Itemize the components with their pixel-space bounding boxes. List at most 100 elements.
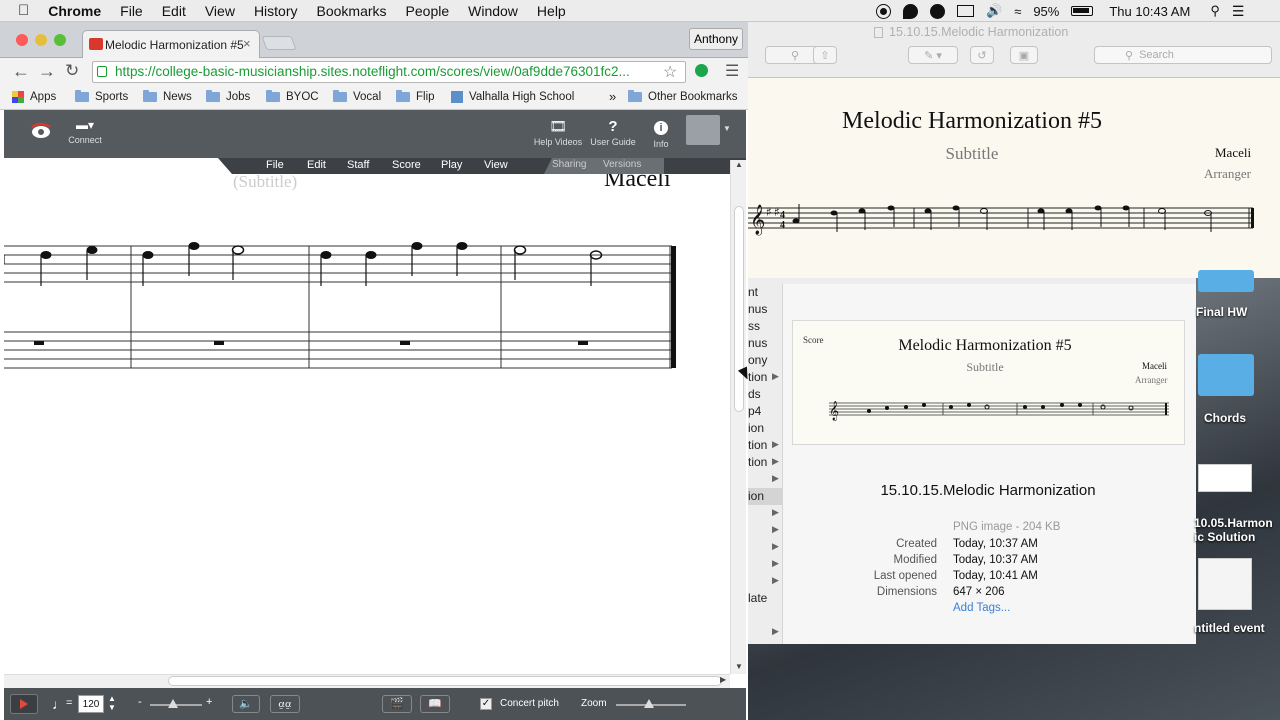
spotlight-icon[interactable]: ⚲ (1210, 3, 1220, 19)
record-icon[interactable] (876, 3, 891, 19)
vertical-scrollbar[interactable]: ▲ ▼ (730, 160, 746, 674)
bookmark-apps[interactable]: Apps (12, 91, 56, 103)
disclosure-arrow-icon[interactable]: ▶ (772, 504, 779, 521)
tempo-input[interactable]: 120 (78, 695, 104, 713)
avatar-dropdown-icon[interactable]: ▼ (723, 124, 731, 133)
desktop-label-final-hw[interactable]: Final HW (1196, 305, 1247, 319)
bookmark-valhalla[interactable]: Valhalla High School (451, 91, 577, 103)
clock[interactable]: Thu 10:43 AM (1109, 4, 1190, 19)
zoom-slider-thumb[interactable] (644, 699, 654, 708)
speaker-button[interactable]: 🔈 (232, 695, 260, 713)
bookmark-star-icon[interactable]: ☆ (663, 62, 677, 82)
finder-item[interactable]: ony (748, 352, 782, 369)
menu-window[interactable]: Window (468, 3, 518, 19)
desktop-label-harmonic[interactable]: 10.05.Harmon ic Solution (1194, 516, 1280, 544)
bookmark-jobs[interactable]: Jobs (206, 90, 250, 103)
user-guide-button[interactable]: ? User Guide (587, 118, 639, 147)
scroll-down-icon[interactable]: ▼ (735, 662, 743, 671)
tab-close-icon[interactable]: × (243, 36, 251, 51)
nf-menu-edit[interactable]: Edit (307, 159, 326, 171)
disclosure-arrow-icon[interactable]: ▶ (772, 368, 779, 385)
bookmark-news[interactable]: News (143, 90, 192, 103)
close-window-button[interactable] (16, 34, 28, 46)
nf-versions[interactable]: Versions (603, 159, 641, 170)
forward-icon[interactable]: → (38, 61, 56, 82)
desktop-icon-folder[interactable] (1198, 270, 1254, 292)
share-button[interactable]: ⇧ (813, 46, 837, 64)
bookmarks-overflow[interactable]: » (609, 89, 616, 104)
evernote-icon[interactable] (903, 3, 918, 19)
apple-icon[interactable]:  (18, 2, 29, 19)
volume-icon[interactable]: 🔊 (986, 3, 1002, 19)
avatar[interactable] (686, 115, 720, 145)
menu-edit[interactable]: Edit (162, 3, 186, 19)
disclosure-arrow-icon[interactable]: ▶ (772, 538, 779, 555)
battery-icon[interactable] (1071, 6, 1094, 16)
clapper-button[interactable]: 🎬 (382, 695, 412, 713)
bookmark-byoc[interactable]: BYOC (266, 90, 319, 103)
alien-icon[interactable] (930, 3, 945, 19)
airplay-icon[interactable] (957, 5, 974, 17)
toolbox-button[interactable]: ▣ (1010, 46, 1038, 64)
nf-menu-view[interactable]: View (484, 159, 508, 171)
chords-folder-icon[interactable] (1198, 354, 1254, 396)
menu-history[interactable]: History (254, 3, 298, 19)
nf-sharing[interactable]: Sharing (552, 159, 586, 170)
tab-active[interactable]: Melodic Harmonization #5 × (82, 30, 260, 58)
volume-plus[interactable]: + (206, 696, 212, 708)
noteflight-logo-icon[interactable] (30, 118, 52, 140)
nf-menu-score[interactable]: Score (392, 159, 421, 171)
bookmark-sports[interactable]: Sports (75, 90, 128, 103)
menu-view[interactable]: View (205, 3, 235, 19)
disclosure-arrow-icon[interactable]: ▶ (772, 623, 779, 640)
menu-people[interactable]: People (406, 3, 450, 19)
profile-button[interactable]: Anthony (689, 28, 743, 50)
minimize-window-button[interactable] (35, 34, 47, 46)
disclosure-arrow-icon[interactable]: ▶ (772, 521, 779, 538)
zoom-window-button[interactable] (54, 34, 66, 46)
extension-icon[interactable] (695, 64, 708, 77)
disclosure-arrow-icon[interactable]: ▶ (772, 572, 779, 589)
score-canvas[interactable]: (Subtitle) Maceli (4, 174, 728, 674)
nf-menu-staff[interactable]: Staff (347, 159, 369, 171)
volume-minus[interactable]: - (138, 696, 142, 708)
finder-item[interactable]: nus (748, 335, 782, 352)
new-tab-button[interactable] (261, 36, 297, 50)
file-thumbnail[interactable]: Score Melodic Harmonization #5 Subtitle … (792, 320, 1185, 445)
bookmark-other[interactable]: Other Bookmarks (628, 90, 737, 103)
finder-item[interactable]: nus (748, 301, 782, 318)
document-thumbnail-icon[interactable] (1198, 464, 1252, 492)
info-button[interactable]: i Info (644, 118, 678, 149)
tempo-stepper[interactable]: ▲ ▼ (108, 694, 116, 712)
preview-search-field[interactable]: ⚲ Search (1094, 46, 1272, 64)
menu-app-chrome[interactable]: Chrome (48, 3, 101, 19)
calendar-file-icon[interactable] (1198, 558, 1252, 610)
concert-pitch-checkbox[interactable]: ✓ (480, 698, 492, 710)
nf-menu-file[interactable]: File (266, 159, 284, 171)
mixer-button[interactable]: ⍶⍶ (270, 695, 300, 713)
rotate-button[interactable]: ↺ (970, 46, 994, 64)
notification-center-icon[interactable]: ☰ (1232, 3, 1245, 20)
scroll-up-icon[interactable]: ▲ (735, 160, 743, 169)
horizontal-scroll-thumb[interactable] (168, 676, 722, 686)
wifi-icon[interactable]: ≈ (1014, 4, 1021, 19)
zoom-in-icon[interactable]: ⚲ (791, 49, 799, 62)
disclosure-arrow-icon[interactable]: ▶ (772, 555, 779, 572)
play-button[interactable] (10, 694, 38, 714)
concert-pitch-label[interactable]: Concert pitch (500, 698, 559, 709)
bookmark-vocal[interactable]: Vocal (333, 90, 381, 103)
menu-file[interactable]: File (120, 3, 143, 19)
disclosure-arrow-icon[interactable]: ▶ (772, 436, 779, 453)
nf-menu-play[interactable]: Play (441, 159, 462, 171)
markup-button[interactable]: ✎ ▾ (908, 46, 958, 64)
scroll-right-icon[interactable]: ▶ (720, 675, 726, 684)
score-composer[interactable]: Maceli (604, 174, 671, 193)
menu-help[interactable]: Help (537, 3, 566, 19)
reload-icon[interactable]: ↻ (65, 61, 79, 81)
volume-slider-thumb[interactable] (168, 699, 178, 708)
menu-bookmarks[interactable]: Bookmarks (317, 3, 387, 19)
address-bar[interactable]: https://college-basic-musicianship.sites… (92, 61, 686, 83)
horizontal-scrollbar[interactable]: ▶ (4, 674, 730, 688)
add-tags-link[interactable]: Add Tags... (953, 602, 1010, 614)
desktop-label-chords[interactable]: Chords (1204, 411, 1246, 425)
